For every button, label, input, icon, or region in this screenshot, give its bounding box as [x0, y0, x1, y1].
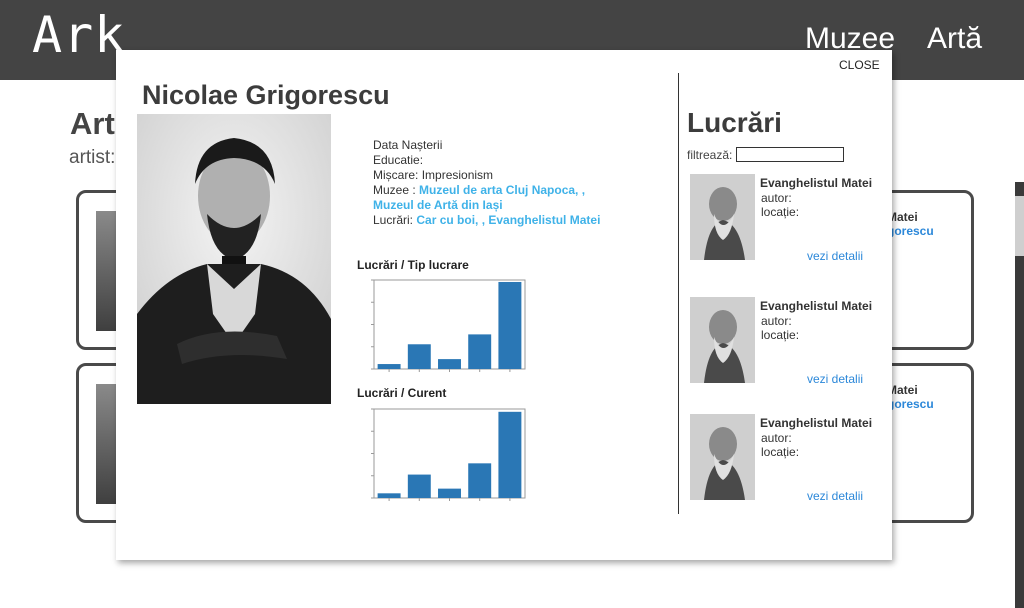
work-name: Evanghelistul Matei	[760, 416, 873, 430]
nav-link-arta[interactable]: Artă	[927, 22, 982, 56]
artist-card-link[interactable]: gorescu	[887, 397, 934, 411]
page-subtitle: artist:	[69, 147, 116, 168]
work-location-label: locație:	[761, 205, 800, 219]
museums-label: Muzee :	[373, 183, 416, 197]
app-logo[interactable]: Ark	[32, 6, 125, 64]
movement-label: Mișcare:	[373, 168, 419, 182]
work-author-label: autor:	[761, 431, 792, 445]
chart-title-movement: Lucrări / Curent	[357, 386, 447, 400]
chart-bar	[438, 359, 461, 369]
chart-bar	[407, 344, 431, 369]
work-author-label: autor:	[761, 191, 792, 205]
view-details-link[interactable]: vezi detalii	[807, 489, 863, 503]
work-author-label: autor:	[761, 314, 792, 328]
work-location-label: locație:	[761, 445, 800, 459]
chart-bar	[498, 411, 522, 498]
work-item: Evanghelistul Matei autor: locație: vezi de…	[690, 414, 885, 504]
works-label: Lucrări:	[373, 213, 414, 227]
artist-name: Nicolae Grigorescu	[142, 80, 390, 110]
chart-bar	[468, 463, 492, 498]
movement-row: Mișcare: Impresionism	[373, 168, 623, 183]
view-details-link[interactable]: vezi detalii	[807, 249, 863, 263]
chart-bar	[377, 364, 401, 369]
work-thumbnail[interactable]	[690, 297, 755, 383]
work-name: Evanghelistul Matei	[760, 176, 873, 190]
works-title: Lucrări	[687, 107, 782, 138]
page-scrollbar-thumb[interactable]	[1015, 196, 1024, 256]
work-location-label: locație:	[761, 328, 800, 342]
works-links[interactable]: Car cu boi, , Evanghelistul Matei	[416, 213, 600, 227]
birth-date-label: Data Nașterii	[373, 138, 443, 152]
chart-title-work-type: Lucrări / Tip lucrare	[357, 258, 469, 272]
work-thumbnail[interactable]	[690, 414, 755, 500]
column-divider	[678, 73, 679, 514]
work-item: Evanghelistul Matei autor: locație: vezi de…	[690, 174, 885, 264]
artist-info: Data Nașterii Educatie: Mișcare: Impresi…	[373, 138, 623, 228]
museums-row: Muzee : Muzeul de arta Cluj Napoca, , Mu…	[373, 183, 623, 213]
chart-bar	[407, 474, 431, 498]
filter-input[interactable]	[736, 147, 844, 162]
view-details-link[interactable]: vezi detalii	[807, 372, 863, 386]
chart-movement	[371, 408, 526, 501]
close-button[interactable]: CLOSE	[839, 58, 880, 72]
education-label: Educatie:	[373, 153, 424, 167]
chart-bar	[498, 281, 522, 369]
chart-work-type	[371, 279, 526, 372]
chart-bar	[377, 493, 401, 498]
works-row: Lucrări: Car cu boi, , Evanghelistul Mat…	[373, 213, 623, 228]
movement-value: Impresionism	[421, 168, 494, 182]
work-thumbnail[interactable]	[690, 174, 755, 260]
chart-bar	[468, 334, 492, 369]
artist-portrait	[137, 114, 331, 404]
filter-label: filtrează:	[687, 148, 733, 162]
chart-bar	[438, 488, 461, 498]
artist-modal: CLOSE Nicolae Grigorescu Data Nașterii E…	[116, 50, 892, 560]
artist-card-link[interactable]: gorescu	[887, 224, 934, 238]
work-item: Evanghelistul Matei autor: locație: vezi de…	[690, 297, 885, 387]
work-name: Evanghelistul Matei	[760, 299, 873, 313]
page-title: Art	[70, 106, 115, 141]
